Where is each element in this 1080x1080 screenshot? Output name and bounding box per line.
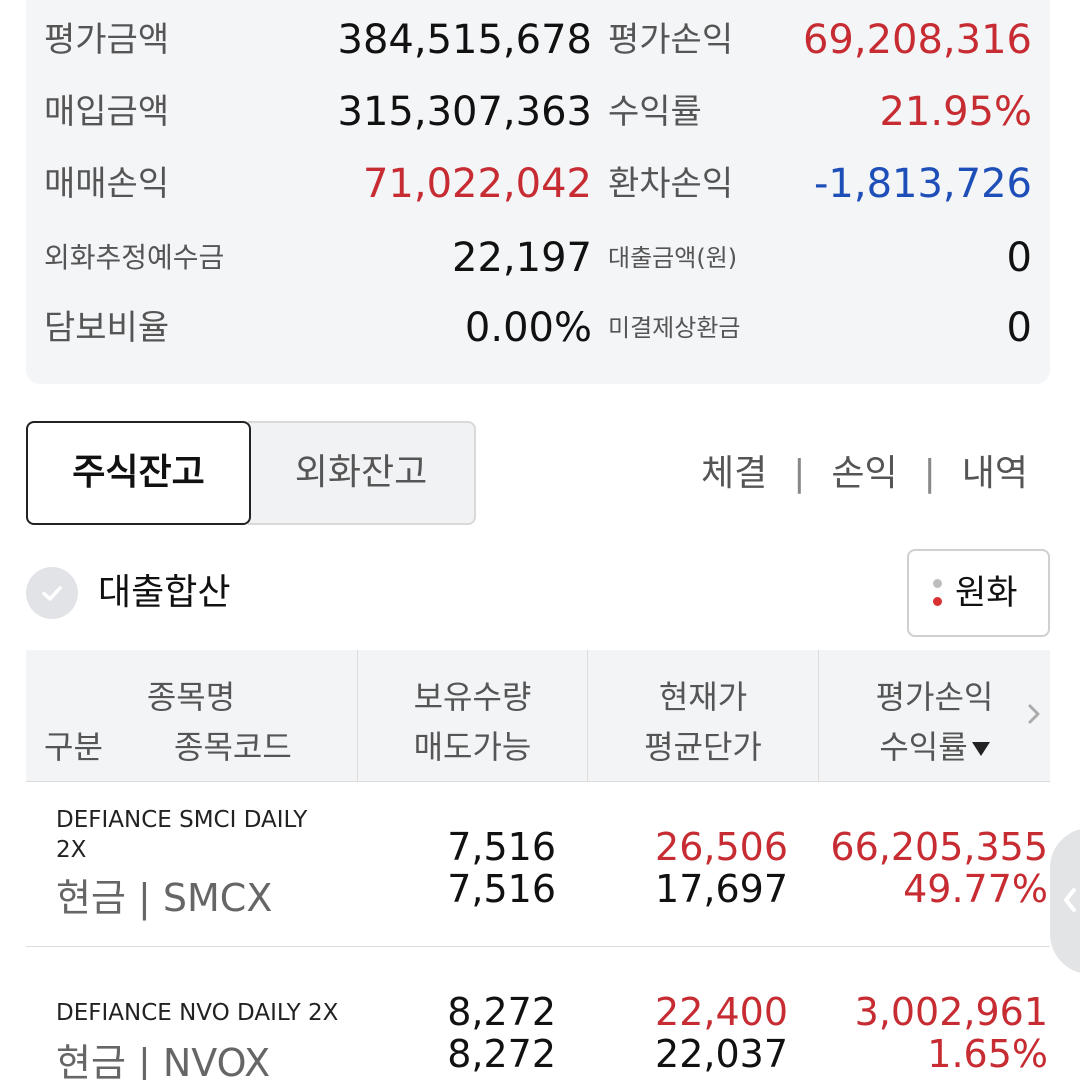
holding-name-line2: 2X: [56, 837, 87, 863]
header-name-label: 종목명: [146, 678, 236, 716]
holding-type-code: 현금 | NVOX: [56, 1041, 271, 1080]
summary-row-fx-deposit: 외화추정예수금 22,197 대출금액(원) 0: [26, 228, 1050, 288]
eval-amount-label: 평가금액: [44, 20, 170, 60]
header-col-quantity[interactable]: 보유수량 매도가능: [357, 650, 587, 782]
loan-amount-value: 0: [1006, 235, 1032, 281]
account-summary-panel: 평가금액 384,515,678 평가손익 69,208,316 매입금액 31…: [26, 0, 1050, 384]
holding-name-line1: DEFIANCE SMCI DAILY: [56, 807, 308, 833]
holding-avg-price: 17,697: [655, 867, 788, 911]
holding-name: DEFIANCE NVO DAILY 2X: [56, 998, 396, 1028]
return-rate-label: 수익률: [608, 92, 702, 132]
balance-tabs: 주식잔고 외화잔고: [26, 421, 476, 525]
holding-avg-price: 22,037: [655, 1032, 788, 1076]
holding-sellable: 7,516: [447, 867, 556, 911]
fx-deposit-value: 22,197: [452, 235, 592, 281]
holding-row[interactable]: DEFIANCE NVO DAILY 2X 현금 | NVOX 8,272 8,…: [26, 948, 1050, 1080]
header-quantity-label: 보유수량: [413, 678, 532, 716]
holding-return-rate: 1.65%: [927, 1032, 1048, 1076]
holding-return-rate: 49.77%: [903, 867, 1048, 911]
chevron-left-icon: [1064, 888, 1076, 912]
summary-row-eval-amount: 평가금액 384,515,678 평가손익 69,208,316: [26, 10, 1050, 70]
holding-eval-pnl: 66,205,355: [830, 825, 1048, 869]
tab-fx-balance[interactable]: 외화잔고: [248, 421, 476, 525]
header-pnl-label: 평가손익: [875, 678, 994, 716]
header-col-pnl[interactable]: 평가손익 수익률: [818, 650, 1050, 782]
header-rate-label: 수익률: [879, 728, 968, 766]
header-rate-sort[interactable]: 수익률: [819, 722, 1050, 768]
link-pnl[interactable]: 손익: [831, 453, 897, 494]
header-code-label: 종목코드: [174, 728, 292, 766]
return-rate-value: 21.95%: [879, 89, 1032, 135]
holding-current-price: 22,400: [655, 990, 788, 1034]
header-col-name[interactable]: 종목명 구분 종목코드: [26, 650, 356, 782]
link-history[interactable]: 내역: [962, 453, 1028, 494]
holding-name-line1: DEFIANCE NVO DAILY 2X: [56, 1000, 339, 1026]
trade-pnl-value: 71,022,042: [362, 161, 592, 207]
history-links: 체결 | 손익 | 내역: [701, 444, 1028, 504]
purchase-amount-value: 315,307,363: [337, 89, 592, 135]
holding-current-price: 26,506: [655, 825, 788, 869]
holdings-table-header: 종목명 구분 종목코드 보유수량 매도가능 현재가 평균단가 평가손익 수익률: [26, 650, 1050, 782]
unsettled-repayment-label: 미결제상환금: [608, 314, 741, 342]
sort-desc-icon: [971, 742, 990, 756]
link-separator: |: [923, 453, 936, 494]
purchase-amount-label: 매입금액: [44, 92, 170, 132]
loan-sum-label: 대출합산: [98, 572, 231, 613]
eval-pnl-value: 69,208,316: [802, 17, 1032, 63]
header-sellable-label: 매도가능: [413, 728, 532, 766]
chevron-right-icon[interactable]: [1024, 698, 1046, 730]
holding-row[interactable]: DEFIANCE SMCI DAILY 2X 현금 | SMCX 7,516 7…: [26, 783, 1050, 947]
header-type-label: 구분: [44, 728, 103, 766]
holding-name: DEFIANCE SMCI DAILY 2X: [56, 805, 356, 865]
unsettled-repayment-value: 0: [1006, 305, 1032, 351]
summary-row-collateral-ratio: 담보비율 0.00% 미결제상환금 0: [26, 298, 1050, 358]
holding-eval-pnl: 3,002,961: [854, 990, 1048, 1034]
collateral-ratio-value: 0.00%: [464, 305, 592, 351]
holding-quantity: 8,272: [447, 990, 556, 1034]
dot-indicator-icon: [933, 579, 943, 611]
holding-sellable: 8,272: [447, 1032, 556, 1076]
eval-pnl-label: 평가손익: [608, 20, 734, 60]
fx-pnl-label: 환차손익: [608, 164, 734, 204]
check-circle-icon[interactable]: [26, 567, 78, 619]
header-avg-price-label: 평균단가: [644, 728, 762, 766]
fx-pnl-value: -1,813,726: [813, 161, 1032, 207]
side-panel-handle[interactable]: [1050, 828, 1080, 974]
currency-won-button[interactable]: 원화: [907, 549, 1050, 637]
summary-row-purchase-amount: 매입금액 315,307,363 수익률 21.95%: [26, 82, 1050, 142]
header-col-price[interactable]: 현재가 평균단가: [587, 650, 818, 782]
currency-won-label: 원화: [955, 573, 1018, 613]
eval-amount-value: 384,515,678: [337, 17, 592, 63]
summary-row-trade-pnl: 매매손익 71,022,042 환차손익 -1,813,726: [26, 154, 1050, 214]
link-fills[interactable]: 체결: [701, 453, 767, 494]
tab-stock-balance[interactable]: 주식잔고: [26, 421, 251, 525]
holding-quantity: 7,516: [447, 825, 556, 869]
fx-deposit-label: 외화추정예수금: [44, 241, 225, 274]
header-price-label: 현재가: [658, 678, 748, 716]
collateral-ratio-label: 담보비율: [44, 308, 170, 348]
trade-pnl-label: 매매손익: [44, 164, 170, 204]
holding-type-code: 현금 | SMCX: [56, 876, 273, 920]
loan-amount-label: 대출금액(원): [608, 244, 738, 272]
link-separator: |: [793, 453, 806, 494]
